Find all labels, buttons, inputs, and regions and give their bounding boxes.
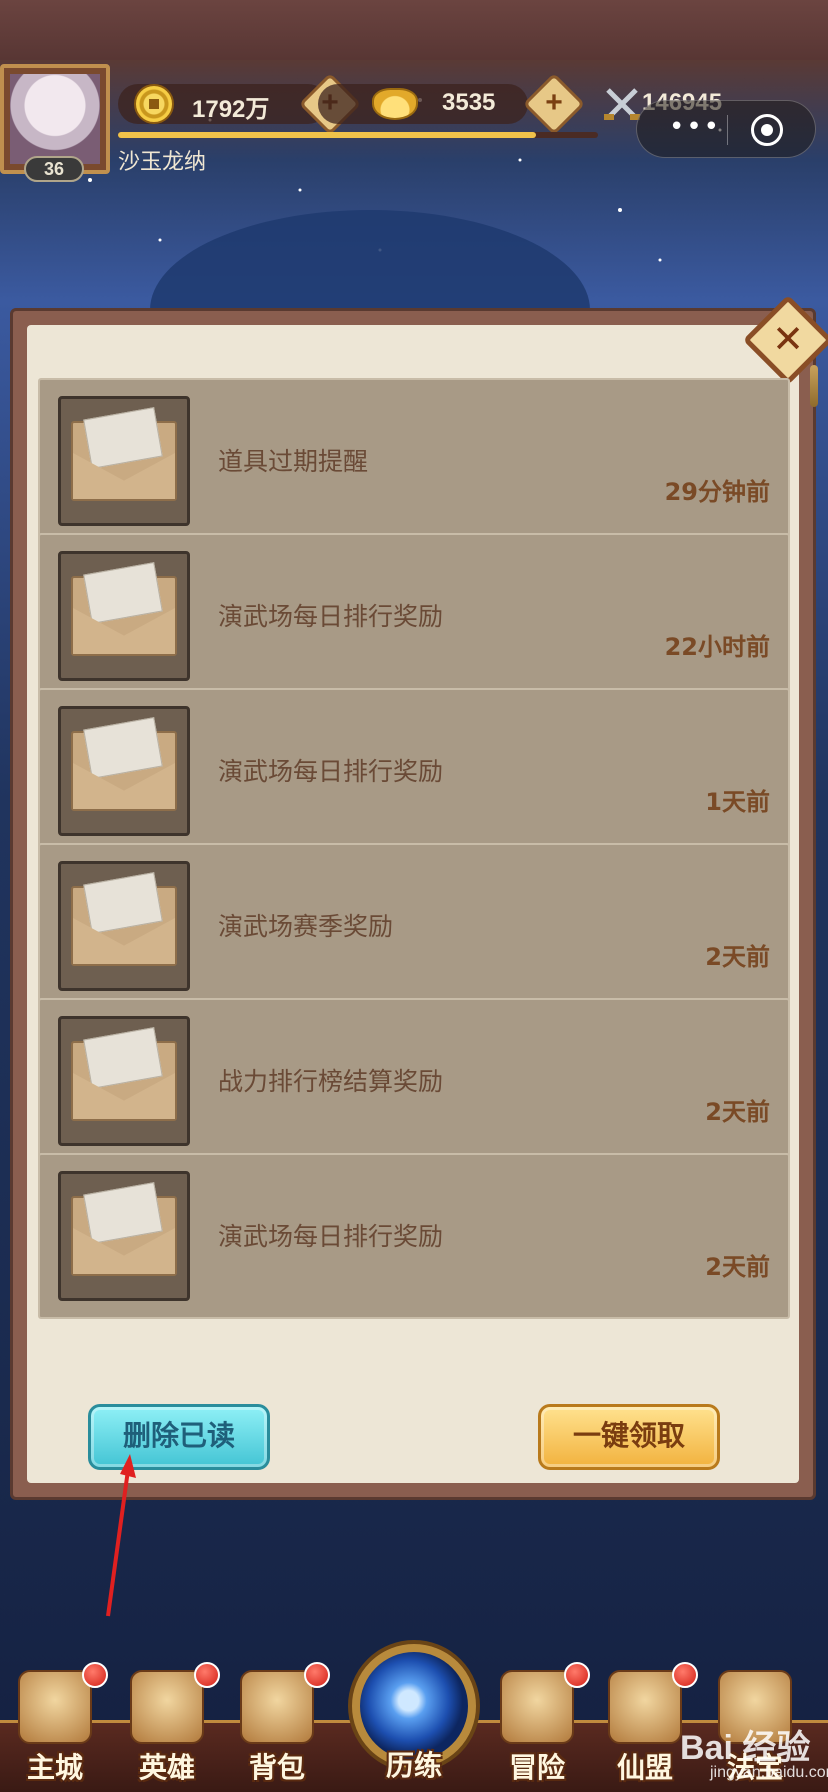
mail-time: 1天前 <box>705 788 770 816</box>
tassel-decoration <box>810 365 818 407</box>
notification-dot <box>304 1662 330 1688</box>
hero-icon <box>130 1670 204 1744</box>
coin-icon <box>134 84 174 124</box>
resource-bar: 1792万 + 3535 + 146945 <box>118 72 722 136</box>
mail-title: 演武场赛季奖励 <box>218 912 394 941</box>
mail-time: 2天前 <box>705 1098 770 1126</box>
mail-thumbnail <box>58 396 190 526</box>
exp-bar-fill <box>118 132 536 138</box>
nav-item-training[interactable]: 历练 <box>344 1620 484 1792</box>
notification-dot <box>82 1662 108 1688</box>
mail-title: 演武场每日排行奖励 <box>218 1222 444 1251</box>
nav-label: 英雄 <box>138 1751 195 1784</box>
claim-all-button[interactable]: 一键领取 <box>538 1404 720 1470</box>
mail-time: 2天前 <box>705 943 770 971</box>
mail-title: 演武场每日排行奖励 <box>218 757 444 786</box>
notification-dot <box>194 1662 220 1688</box>
nav-item-2[interactable]: 背包 <box>222 1662 332 1792</box>
mail-thumbnail <box>58 706 190 836</box>
mini-program-capsule: ••• <box>636 100 816 158</box>
letter-paper <box>83 562 163 624</box>
crossed-swords-icon <box>604 88 640 120</box>
mail-time: 22小时前 <box>664 633 770 661</box>
letter-paper <box>83 407 163 469</box>
gold-ingot-icon <box>372 88 418 120</box>
ingots-value: 3535 <box>442 89 496 116</box>
letter-paper <box>83 717 163 779</box>
envelope-icon <box>71 717 177 811</box>
plus-icon: + <box>545 86 563 119</box>
letter-paper <box>83 1182 163 1244</box>
target-icon[interactable] <box>751 114 783 146</box>
top-banner <box>0 0 828 60</box>
nav-label: 主城 <box>26 1751 83 1784</box>
capsule-divider <box>727 115 728 145</box>
nav-item-1[interactable]: 英雄 <box>112 1662 222 1792</box>
mail-time: 29分钟前 <box>664 478 770 506</box>
mail-item[interactable]: 演武场每日排行奖励 22小时前 <box>38 533 790 699</box>
player-level-badge: 36 <box>24 156 84 182</box>
letter-paper <box>83 1027 163 1089</box>
mail-thumbnail <box>58 861 190 991</box>
backpack-icon <box>240 1670 314 1744</box>
mail-thumbnail <box>58 551 190 681</box>
player-name: 沙玉龙纳 <box>118 150 207 175</box>
mail-item[interactable]: 演武场每日排行奖励 2天前 <box>38 1153 790 1319</box>
letter-paper <box>83 872 163 934</box>
avatar-portrait <box>10 74 100 164</box>
more-menu-button[interactable]: ••• <box>665 114 725 142</box>
mail-thumbnail <box>58 1016 190 1146</box>
close-icon: ✕ <box>772 317 804 361</box>
nav-item-0[interactable]: 主城 <box>0 1662 110 1792</box>
watermark-text: Bai 经验 <box>680 1729 811 1767</box>
main-city-icon <box>18 1670 92 1744</box>
baidu-watermark: Bai 经验 jingyan.baidu.com <box>680 1720 828 1792</box>
mail-title: 道具过期提醒 <box>218 447 369 476</box>
ingots-pill <box>318 84 528 124</box>
nav-label: 历练 <box>385 1749 442 1782</box>
envelope-icon <box>71 872 177 966</box>
watermark-url: jingyan.baidu.com <box>710 1764 828 1781</box>
mail-item[interactable]: 战力排行榜结算奖励 2天前 <box>38 998 790 1164</box>
envelope-icon <box>71 407 177 501</box>
mail-item[interactable]: 道具过期提醒 29分钟前 <box>38 378 790 544</box>
mail-list[interactable]: 道具过期提醒 29分钟前 演武场每日排行奖励 22小时前 演武场每日排行奖励 1天前 演武场… <box>38 378 790 1376</box>
exp-bar <box>118 132 598 138</box>
coins-value: 1792万 <box>192 96 270 123</box>
envelope-icon <box>71 1027 177 1121</box>
mail-title: 演武场每日排行奖励 <box>218 602 444 631</box>
guild-icon <box>608 1670 682 1744</box>
nav-label: 背包 <box>248 1751 305 1784</box>
nav-label: 冒险 <box>508 1751 565 1784</box>
red-arrow-annotation <box>106 1454 136 1617</box>
envelope-icon <box>71 562 177 656</box>
notification-dot <box>672 1662 698 1688</box>
nav-item-4[interactable]: 冒险 <box>482 1662 592 1792</box>
notification-dot <box>564 1662 590 1688</box>
mail-time: 2天前 <box>705 1253 770 1281</box>
mail-item[interactable]: 演武场每日排行奖励 1天前 <box>38 688 790 854</box>
envelope-icon <box>71 1182 177 1276</box>
mail-item[interactable]: 演武场赛季奖励 2天前 <box>38 843 790 1009</box>
mail-thumbnail <box>58 1171 190 1301</box>
mail-title: 战力排行榜结算奖励 <box>218 1067 444 1096</box>
adventure-icon <box>500 1670 574 1744</box>
